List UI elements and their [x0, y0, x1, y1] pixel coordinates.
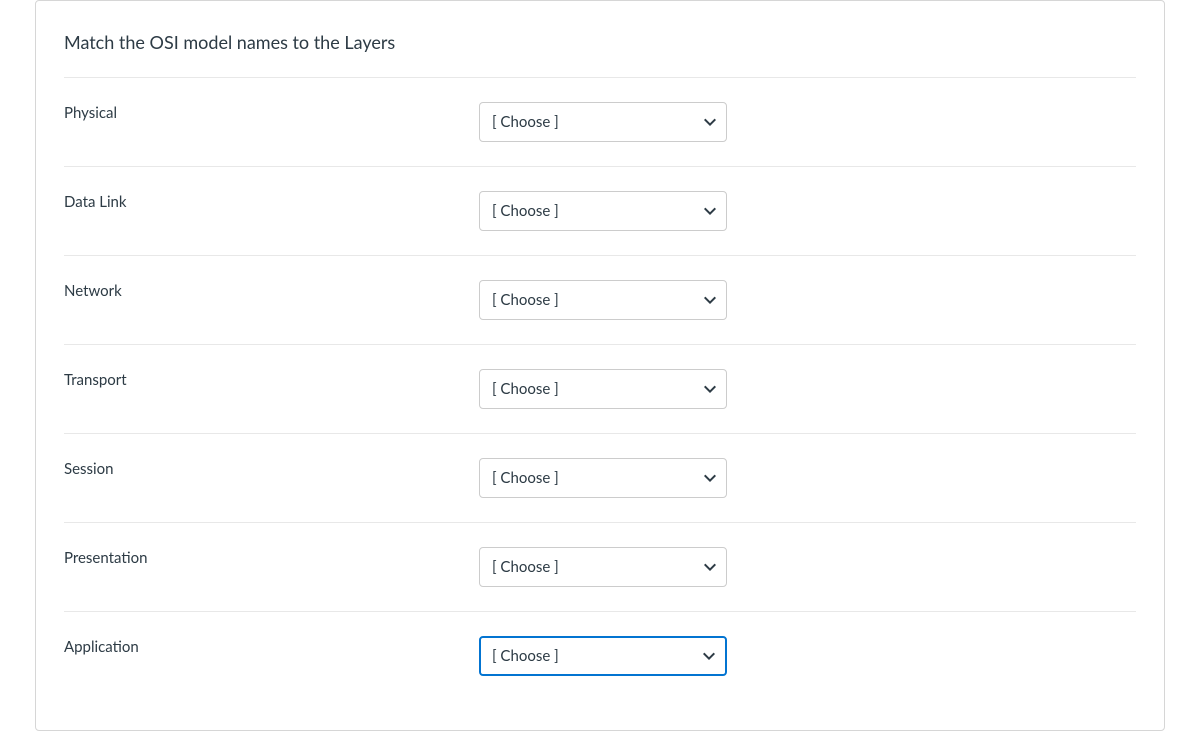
match-row: Data Link[ Choose ] — [64, 166, 1136, 255]
match-select[interactable]: [ Choose ] — [479, 102, 727, 142]
match-select[interactable]: [ Choose ] — [479, 280, 727, 320]
match-label: Network — [64, 280, 479, 300]
match-select[interactable]: [ Choose ] — [479, 191, 727, 231]
match-row: Physical[ Choose ] — [64, 77, 1136, 166]
match-row: Session[ Choose ] — [64, 433, 1136, 522]
match-row: Application[ Choose ] — [64, 611, 1136, 700]
match-select[interactable]: [ Choose ] — [479, 636, 727, 676]
match-select[interactable]: [ Choose ] — [479, 369, 727, 409]
match-label: Data Link — [64, 191, 479, 211]
match-select[interactable]: [ Choose ] — [479, 547, 727, 587]
match-select-wrap: [ Choose ] — [479, 458, 727, 498]
question-prompt: Match the OSI model names to the Layers — [36, 1, 1164, 77]
question-container: Match the OSI model names to the Layers … — [35, 0, 1165, 731]
match-select-wrap: [ Choose ] — [479, 369, 727, 409]
match-label: Presentation — [64, 547, 479, 567]
match-select-wrap: [ Choose ] — [479, 280, 727, 320]
match-label: Physical — [64, 102, 479, 122]
match-row: Transport[ Choose ] — [64, 344, 1136, 433]
match-select[interactable]: [ Choose ] — [479, 458, 727, 498]
match-select-wrap: [ Choose ] — [479, 191, 727, 231]
match-rows: Physical[ Choose ]Data Link[ Choose ]Net… — [36, 77, 1164, 730]
match-select-wrap: [ Choose ] — [479, 547, 727, 587]
match-row: Presentation[ Choose ] — [64, 522, 1136, 611]
match-label: Session — [64, 458, 479, 478]
match-label: Transport — [64, 369, 479, 389]
match-label: Application — [64, 636, 479, 656]
match-row: Network[ Choose ] — [64, 255, 1136, 344]
match-select-wrap: [ Choose ] — [479, 636, 727, 676]
match-select-wrap: [ Choose ] — [479, 102, 727, 142]
